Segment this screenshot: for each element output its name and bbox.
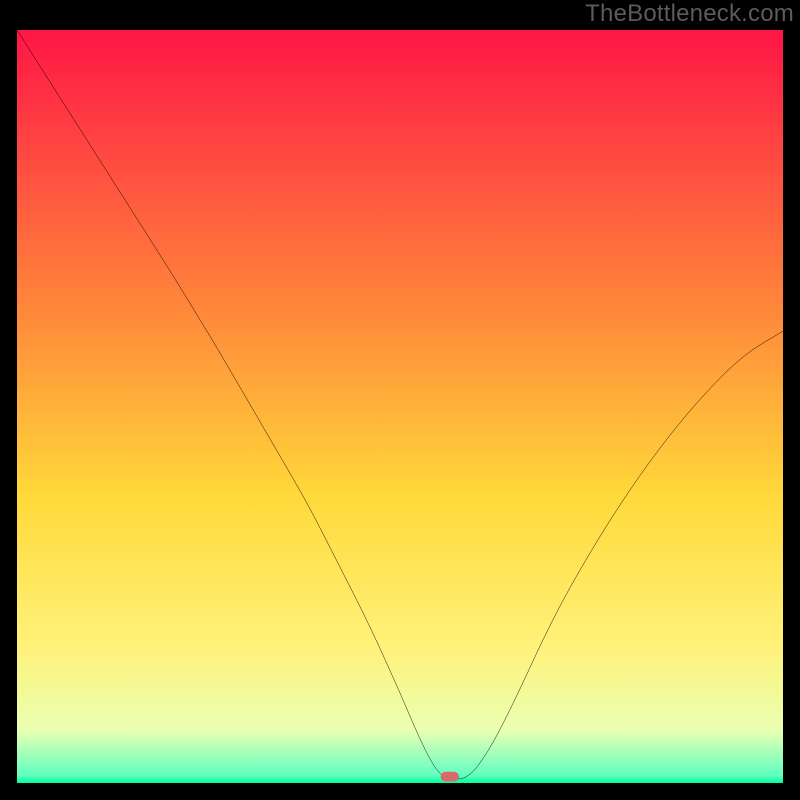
valley-marker xyxy=(441,772,459,782)
gradient-background xyxy=(17,30,783,783)
watermark-text: TheBottleneck.com xyxy=(585,0,794,28)
chart-frame: TheBottleneck.com xyxy=(0,0,800,800)
chart-plot xyxy=(17,30,783,783)
